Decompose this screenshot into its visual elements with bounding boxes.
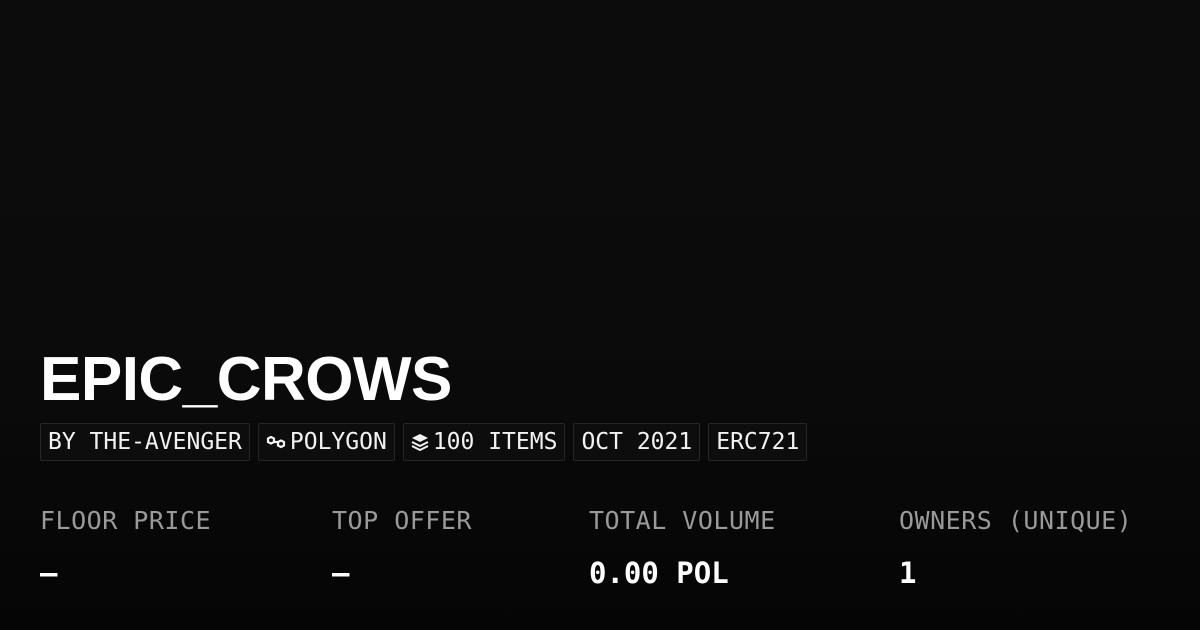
stat-value: – bbox=[40, 556, 58, 590]
stat-owners: OWNERS (UNIQUE) 1 bbox=[899, 503, 1132, 593]
stat-floor-price: FLOOR PRICE – bbox=[40, 503, 211, 593]
stat-top-offer: TOP OFFER – bbox=[332, 503, 472, 593]
standard-tag: ERC721 bbox=[708, 423, 808, 461]
layers-icon bbox=[411, 433, 429, 451]
chain-label: POLYGON bbox=[289, 429, 387, 455]
stat-total-volume: TOTAL VOLUME 0.00 POL bbox=[589, 503, 776, 593]
collection-tags: BY THE-AVENGER POLYGON 100 ITEMS OCT 202… bbox=[40, 423, 808, 461]
stat-label: TOTAL VOLUME bbox=[589, 506, 776, 535]
polygon-link-icon bbox=[266, 432, 286, 452]
creator-tag[interactable]: BY THE-AVENGER bbox=[40, 423, 250, 461]
date-tag: OCT 2021 bbox=[573, 423, 701, 461]
items-tag[interactable]: 100 ITEMS bbox=[402, 423, 566, 461]
stat-label: FLOOR PRICE bbox=[40, 506, 212, 535]
creator-label: BY THE-AVENGER bbox=[48, 429, 242, 455]
stat-value: 1 bbox=[899, 556, 917, 590]
stat-value: – bbox=[332, 556, 350, 590]
stat-label: TOP OFFER bbox=[332, 506, 472, 535]
stat-label: OWNERS (UNIQUE) bbox=[899, 506, 1133, 535]
items-label: 100 ITEMS bbox=[432, 429, 558, 455]
collection-card: { "collection": { "name": "EPIC_CROWS" }… bbox=[0, 0, 1200, 630]
standard-label: ERC721 bbox=[716, 429, 800, 455]
chain-tag[interactable]: POLYGON bbox=[257, 423, 395, 461]
date-label: OCT 2021 bbox=[581, 429, 693, 455]
stat-value: 0.00 POL bbox=[589, 556, 729, 590]
collection-title: EPIC_CROWS bbox=[40, 345, 452, 414]
